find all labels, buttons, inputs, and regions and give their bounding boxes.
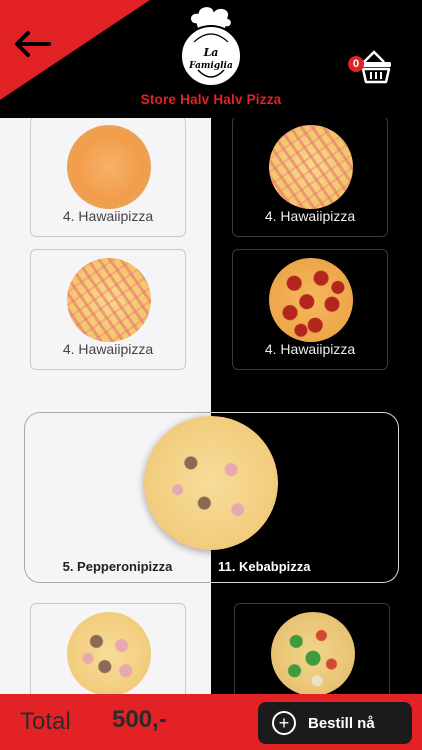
right-pizza-card[interactable] bbox=[234, 603, 390, 694]
pizza-picker: 4. Hawaiipizza 4. Hawaiipizza 4. Hawaiip… bbox=[0, 118, 422, 694]
right-pizza-card[interactable]: 4. Hawaiipizza bbox=[232, 118, 388, 237]
store-title: Store Halv Halv Pizza bbox=[140, 92, 282, 107]
selected-half-half-pizza[interactable]: 5. Pepperonipizza 11. Kebabpizza bbox=[24, 412, 399, 583]
left-pizza-card[interactable] bbox=[30, 603, 186, 694]
cart-button[interactable]: 0 bbox=[344, 48, 394, 86]
plus-circle-icon: + bbox=[272, 711, 296, 735]
order-button[interactable]: + Bestill nå bbox=[258, 702, 412, 744]
total-value: 500,- bbox=[112, 706, 167, 733]
pizza-name: 4. Hawaiipizza bbox=[62, 208, 154, 224]
half-half-pizza-image bbox=[144, 416, 278, 550]
pizza-name: 4. Hawaiipizza bbox=[264, 341, 356, 357]
left-pizza-card[interactable]: 4. Hawaiipizza bbox=[30, 118, 186, 237]
back-button[interactable] bbox=[10, 24, 54, 64]
pizza-image bbox=[269, 125, 353, 209]
la-famiglia-logo: La Famiglia bbox=[180, 5, 242, 87]
pizza-image bbox=[67, 612, 151, 694]
left-pizza-card[interactable]: 4. Hawaiipizza bbox=[30, 249, 186, 370]
app-header: La Famiglia Store Halv Halv Pizza 0 bbox=[0, 0, 422, 118]
svg-text:La: La bbox=[203, 46, 219, 59]
selected-right-pizza-name: 11. Kebabpizza bbox=[218, 559, 311, 574]
selected-left-pizza-name: 5. Pepperonipizza bbox=[62, 559, 173, 574]
svg-text:Famiglia: Famiglia bbox=[188, 61, 233, 71]
arrow-left-icon bbox=[15, 31, 51, 57]
pizza-name: 4. Hawaiipizza bbox=[264, 208, 356, 224]
order-button-label: Bestill nå bbox=[308, 714, 375, 732]
pizza-image bbox=[271, 612, 355, 694]
pizza-name: 4. Hawaiipizza bbox=[62, 341, 154, 357]
right-pizza-card[interactable]: 4. Hawaiipizza bbox=[232, 249, 388, 370]
cart-count-badge: 0 bbox=[348, 56, 364, 72]
order-bar: Total 500,- + Bestill nå bbox=[0, 694, 422, 750]
total-label: Total bbox=[20, 708, 71, 735]
pizza-image bbox=[67, 125, 151, 209]
pizza-image bbox=[67, 258, 151, 342]
pizza-image bbox=[269, 258, 353, 342]
kebab-half bbox=[144, 416, 278, 550]
